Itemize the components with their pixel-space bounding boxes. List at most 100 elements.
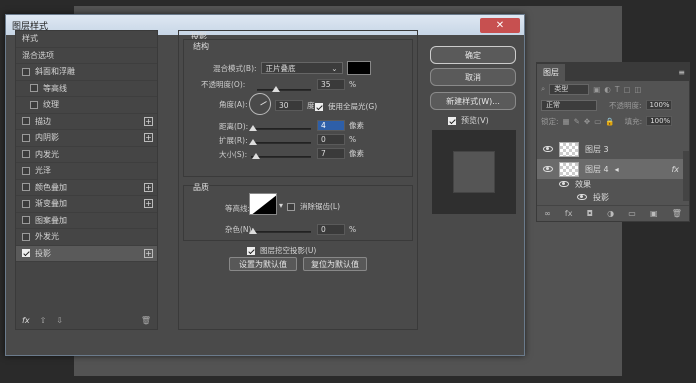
- noise-slider-thumb[interactable]: [249, 228, 257, 234]
- style-list-item[interactable]: 描边 +: [16, 114, 157, 130]
- style-list-item[interactable]: 斜面和浮雕: [16, 64, 157, 81]
- noise-input[interactable]: 0: [317, 224, 345, 235]
- fx-icon[interactable]: fx: [22, 316, 30, 325]
- style-list-item[interactable]: 投影 +: [16, 245, 157, 262]
- make-default-button[interactable]: 设置为默认值: [229, 257, 297, 271]
- reset-default-button[interactable]: 复位为默认值: [303, 257, 367, 271]
- type-filter-icon[interactable]: T: [615, 85, 620, 94]
- size-input[interactable]: 7: [317, 148, 345, 159]
- lock-brush-icon[interactable]: ✎: [574, 117, 580, 126]
- lock-transparency-icon[interactable]: ▦: [563, 117, 570, 126]
- new-layer-icon[interactable]: ▣: [650, 209, 658, 218]
- style-list-item[interactable]: 等高线: [16, 81, 157, 97]
- style-checkbox[interactable]: [30, 100, 38, 109]
- lock-artboard-icon[interactable]: ▭: [594, 117, 601, 126]
- style-list-item[interactable]: 外发光: [16, 229, 157, 246]
- lock-move-icon[interactable]: ✥: [584, 117, 590, 126]
- style-checkbox[interactable]: [22, 199, 30, 208]
- style-checkbox[interactable]: [22, 232, 30, 241]
- cancel-button[interactable]: 取消: [430, 68, 516, 86]
- style-checkbox[interactable]: [22, 249, 30, 258]
- eye-icon[interactable]: [543, 146, 553, 152]
- style-list-item[interactable]: 光泽: [16, 163, 157, 180]
- effects-row[interactable]: 效果: [537, 177, 689, 191]
- group-icon[interactable]: ▭: [628, 209, 636, 218]
- style-checkbox[interactable]: [30, 84, 38, 93]
- contour-picker[interactable]: [249, 193, 277, 215]
- style-list-item[interactable]: 颜色叠加 +: [16, 180, 157, 196]
- style-list-item[interactable]: 渐变叠加 +: [16, 196, 157, 213]
- style-list-item[interactable]: 内发光: [16, 147, 157, 163]
- layer-row-selected[interactable]: 图层 4 ◂ fx: [537, 159, 689, 179]
- angle-input[interactable]: 30: [275, 100, 303, 111]
- global-light-checkbox[interactable]: [315, 102, 323, 111]
- style-list-item[interactable]: 纹理: [16, 97, 157, 114]
- distance-input[interactable]: 4: [317, 120, 345, 131]
- layers-scrollbar[interactable]: [683, 151, 689, 201]
- size-slider[interactable]: [251, 156, 311, 158]
- contour-dropdown-icon[interactable]: ▾: [279, 201, 283, 210]
- layer-opacity-input[interactable]: 100%: [645, 100, 672, 110]
- eye-icon[interactable]: [559, 181, 569, 187]
- angle-dial[interactable]: [249, 93, 271, 115]
- adjustment-icon[interactable]: ◑: [607, 209, 614, 218]
- style-list-item[interactable]: 内阴影 +: [16, 130, 157, 147]
- trash-icon[interactable]: 🗑: [141, 316, 151, 325]
- add-style-icon[interactable]: +: [144, 248, 153, 258]
- style-checkbox[interactable]: [22, 216, 30, 225]
- layer-blend-select[interactable]: 正常: [541, 99, 597, 111]
- opacity-slider[interactable]: [257, 89, 311, 91]
- spread-slider-thumb[interactable]: [249, 139, 257, 145]
- knockout-checkbox[interactable]: [247, 246, 255, 255]
- link-icon[interactable]: ∞: [544, 209, 551, 218]
- distance-slider-thumb[interactable]: [249, 125, 257, 131]
- move-up-icon[interactable]: ⇧: [40, 316, 47, 325]
- style-list-label: 内发光: [35, 149, 59, 159]
- opacity-input[interactable]: 35: [317, 79, 345, 90]
- spread-slider[interactable]: [251, 142, 311, 144]
- noise-slider[interactable]: [251, 231, 311, 233]
- tab-layers[interactable]: 图层: [537, 64, 565, 81]
- mask-icon[interactable]: ◘: [587, 209, 593, 218]
- style-list-item[interactable]: 图案叠加: [16, 213, 157, 229]
- distance-slider[interactable]: [251, 128, 311, 130]
- add-style-icon[interactable]: +: [144, 116, 153, 126]
- pixel-filter-icon[interactable]: ▣: [593, 85, 600, 94]
- trash-icon[interactable]: 🗑: [672, 209, 682, 218]
- size-slider-thumb[interactable]: [252, 153, 260, 159]
- eye-icon[interactable]: [577, 194, 587, 200]
- add-style-icon[interactable]: +: [144, 133, 153, 143]
- style-checkbox[interactable]: [22, 166, 30, 175]
- lock-all-icon[interactable]: 🔒: [605, 117, 614, 126]
- style-checkbox[interactable]: [22, 133, 30, 142]
- add-style-icon[interactable]: +: [144, 182, 153, 192]
- fx-icon[interactable]: fx: [565, 209, 573, 218]
- style-checkbox[interactable]: [22, 183, 30, 192]
- style-checkbox[interactable]: [22, 117, 30, 126]
- kind-filter-select[interactable]: 类型: [549, 83, 590, 95]
- close-button[interactable]: ✕: [480, 17, 520, 33]
- style-list-item[interactable]: 样式: [16, 31, 157, 48]
- shape-filter-icon[interactable]: ▢: [623, 85, 630, 94]
- new-style-button[interactable]: 新建样式(W)...: [430, 92, 516, 110]
- opacity-slider-thumb[interactable]: [271, 86, 280, 92]
- eye-icon[interactable]: [543, 166, 553, 172]
- panel-menu-icon[interactable]: ≡: [678, 68, 685, 77]
- move-down-icon[interactable]: ⇩: [56, 316, 63, 325]
- shadow-color-swatch[interactable]: [346, 61, 371, 75]
- style-checkbox[interactable]: [22, 150, 30, 159]
- smart-filter-icon[interactable]: ◫: [635, 85, 642, 94]
- style-checkbox[interactable]: [22, 67, 30, 76]
- layer-row[interactable]: 图层 3: [537, 139, 689, 159]
- add-style-icon[interactable]: +: [144, 199, 153, 209]
- fx-badge[interactable]: fx: [671, 165, 679, 174]
- ok-button[interactable]: 确定: [430, 46, 516, 64]
- preview-checkbox[interactable]: [448, 116, 456, 125]
- effect-item-row[interactable]: 投影: [537, 190, 689, 204]
- blend-mode-select[interactable]: 正片叠底 ⌄: [260, 62, 343, 74]
- antialias-checkbox[interactable]: [287, 202, 295, 211]
- style-list-item[interactable]: 混合选项: [16, 48, 157, 64]
- fill-input[interactable]: 100%: [646, 116, 673, 126]
- spread-input[interactable]: 0: [317, 134, 345, 145]
- adjust-filter-icon[interactable]: ◐: [604, 85, 611, 94]
